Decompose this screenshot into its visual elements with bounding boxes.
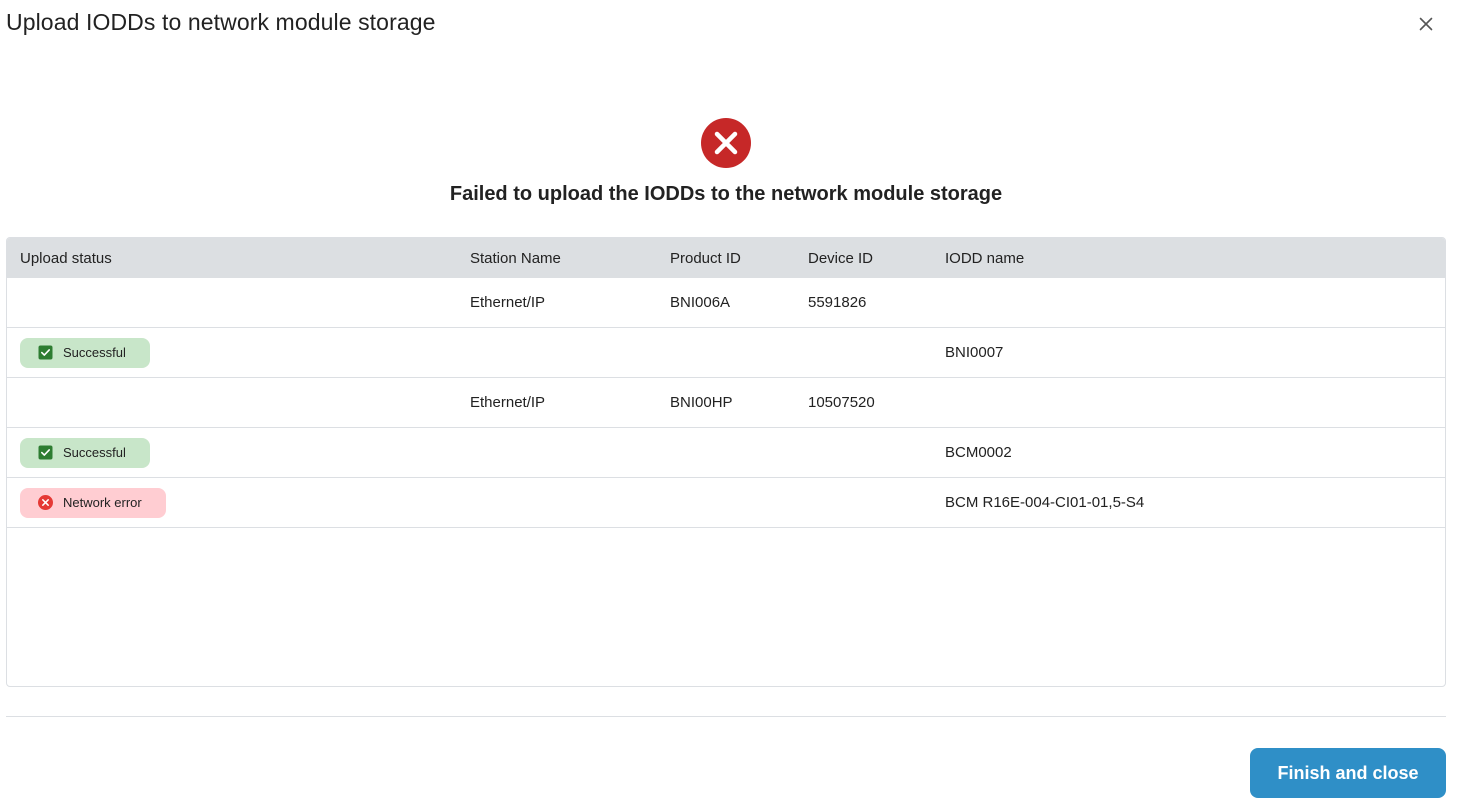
column-header-station-name: Station Name <box>470 249 561 267</box>
product-id-cell: BNI006A <box>670 294 731 311</box>
close-button[interactable] <box>1413 11 1439 37</box>
station-name-cell: Ethernet/IP <box>470 394 546 411</box>
upload-status-cell: Network error <box>20 478 166 527</box>
column-header-device-id: Device ID <box>808 249 874 267</box>
iodd-name-cell: BCM R16E-004-CI01-01,5-S4 <box>945 494 1145 511</box>
iodd-name-cell: BNI0007 <box>945 344 1004 361</box>
status-badge-label: Successful <box>63 345 126 360</box>
status-badge-label: Network error <box>63 495 142 510</box>
iodd-name-cell: BCM0002 <box>945 444 1012 461</box>
column-header-iodd-name: IODD name <box>945 249 1025 267</box>
error-circle-icon <box>701 118 751 168</box>
status-badge-successful: Successful <box>20 337 150 368</box>
column-header-upload-status: Upload status <box>20 249 112 267</box>
status-badge-network-error: Network error <box>20 487 166 518</box>
product-id-cell: BNI00HP <box>670 394 733 411</box>
close-icon[interactable] <box>1419 17 1433 31</box>
upload-status-cell: Successful <box>20 428 150 477</box>
table-row: Successful BCM0002 <box>7 428 1445 478</box>
table-row: Ethernet/IP BNI006A 5591826 <box>7 278 1445 328</box>
upload-results-table: Upload status Station Name Product ID De… <box>6 237 1446 687</box>
table-row: Ethernet/IP BNI00HP 10507520 <box>7 378 1445 428</box>
status-badge-successful: Successful <box>20 437 150 468</box>
footer-divider <box>6 716 1446 717</box>
check-box-icon <box>38 345 53 360</box>
column-header-product-id: Product ID <box>670 249 741 267</box>
finish-and-close-button[interactable]: Finish and close <box>1250 748 1446 798</box>
table-row: Successful BNI0007 <box>7 328 1445 378</box>
table-row: Network error BCM R16E-004-CI01-01,5-S4 <box>7 478 1445 528</box>
station-name-cell: Ethernet/IP <box>470 294 546 311</box>
table-header: Upload status Station Name Product ID De… <box>7 238 1445 278</box>
result-message: Failed to upload the IODDs to the networ… <box>449 183 1003 205</box>
device-id-cell: 10507520 <box>808 394 875 411</box>
device-id-cell: 5591826 <box>808 294 867 311</box>
error-circle-icon <box>38 495 53 510</box>
check-box-icon <box>38 445 53 460</box>
status-badge-label: Successful <box>63 445 126 460</box>
upload-status-cell: Successful <box>20 328 150 377</box>
dialog-title: Upload IODDs to network module storage <box>6 9 436 35</box>
